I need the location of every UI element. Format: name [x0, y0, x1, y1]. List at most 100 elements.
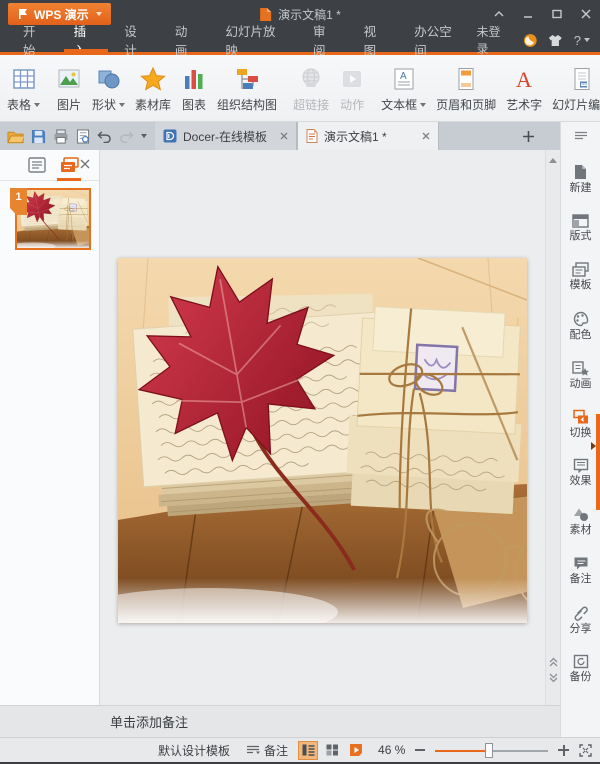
ribbon-button-wordart[interactable]: A 艺术字	[501, 59, 547, 115]
notes-lines-icon	[247, 745, 261, 754]
wordart-icon: A	[511, 61, 537, 96]
scroll-up-button[interactable]	[546, 153, 560, 167]
menu-tab-view[interactable]: 视图	[351, 25, 402, 58]
slide-photo[interactable]	[118, 258, 527, 623]
open-icon[interactable]	[7, 129, 24, 144]
sidebar-item-colorscheme[interactable]: 配色	[561, 301, 600, 350]
docer-icon[interactable]	[523, 33, 538, 48]
doc-tab-label: Docer-在线模板	[183, 129, 268, 144]
sidebar-item-layout[interactable]: 版式	[561, 203, 600, 252]
menubar-right: 未登录 ?	[477, 25, 600, 56]
ribbon-button-picture[interactable]: 图片	[51, 59, 87, 115]
collapsed-pane-indicator[interactable]	[591, 414, 600, 510]
assets-icon	[573, 508, 588, 521]
sidebar-menu-button[interactable]	[561, 122, 600, 148]
minimize-button[interactable]	[513, 0, 542, 28]
menu-tab-workspace[interactable]: 办公空间	[401, 25, 476, 58]
normal-view-button[interactable]	[298, 740, 319, 760]
svg-text:A: A	[400, 71, 407, 82]
shapes-icon	[96, 61, 122, 96]
sidebar-item-assets[interactable]: 素材	[561, 497, 600, 546]
zoom-slider[interactable]	[435, 741, 548, 760]
hyperlink-icon	[298, 61, 324, 96]
sidebar-item-transition[interactable]: 切换	[561, 399, 600, 448]
picture-icon	[56, 61, 82, 96]
sidebar-item-animation[interactable]: 动画	[561, 350, 600, 399]
sidebar-item-effects[interactable]: 效果	[561, 448, 600, 497]
menu-tab-home[interactable]: 开始	[10, 25, 61, 58]
new-file-icon	[575, 164, 586, 179]
menu-tab-design[interactable]: 设计	[111, 25, 162, 58]
quick-access-dropdown-icon[interactable]	[141, 134, 147, 138]
sidebar-item-backup[interactable]: 备份	[561, 644, 600, 693]
statusbar: 默认设计模板 备注 46 %	[0, 737, 600, 762]
undo-icon[interactable]	[97, 130, 112, 143]
slide-sorter-view-button[interactable]	[322, 741, 342, 760]
layout-icon	[572, 213, 589, 228]
doc-tab-docer[interactable]: Docer-在线模板	[155, 122, 297, 150]
doc-tab-label: 演示文稿1 *	[324, 129, 387, 144]
close-tab-icon[interactable]	[280, 132, 288, 140]
sidebar-item-notes[interactable]: 备注	[561, 546, 600, 595]
sidebar-label: 新建	[569, 181, 592, 194]
slide-number-badge: 1	[10, 188, 27, 215]
close-tab-icon[interactable]	[422, 132, 430, 140]
ribbon-label: 表格	[7, 98, 32, 112]
menu-tab-review[interactable]: 审阅	[300, 25, 351, 58]
ribbon-label: 素材库	[135, 98, 172, 112]
outline-view-tab[interactable]	[26, 153, 48, 177]
slide-canvas[interactable]	[100, 150, 545, 705]
slides-panel: 1	[0, 150, 100, 705]
outline-icon	[28, 157, 46, 173]
zoom-in-button[interactable]	[558, 744, 569, 756]
close-panel-button[interactable]	[77, 156, 93, 172]
vertical-scrollbar[interactable]	[545, 150, 560, 705]
maximize-button[interactable]	[542, 0, 571, 28]
sidebar-item-template[interactable]: 模板	[561, 252, 600, 301]
login-status[interactable]: 未登录	[477, 23, 512, 57]
slider-handle[interactable]	[484, 742, 493, 758]
fit-slide-button[interactable]	[579, 743, 592, 757]
sidebar-label: 切换	[569, 426, 592, 439]
new-tab-button[interactable]	[511, 122, 545, 150]
chevron-down-icon	[34, 102, 41, 107]
ribbon-expand-button[interactable]	[591, 97, 598, 115]
menu-tab-slideshow[interactable]: 幻灯片放映	[213, 25, 301, 58]
ribbon-button-assets[interactable]: 素材库	[130, 59, 176, 115]
ribbon-button-table[interactable]: 表格	[2, 59, 45, 115]
notes-toggle-button[interactable]: 备注	[246, 742, 288, 759]
notes-area[interactable]: 单击添加备注	[0, 705, 560, 737]
ribbon-button-headerfooter[interactable]: 页眉和页脚	[431, 59, 501, 115]
ribbon-label: 文本框	[381, 98, 418, 112]
menu-tab-animation[interactable]: 动画	[162, 25, 213, 58]
notes-toggle-label: 备注	[264, 743, 289, 758]
header-footer-icon	[453, 61, 479, 96]
next-slide-icon[interactable]	[549, 673, 558, 683]
zoom-out-button[interactable]	[415, 749, 426, 751]
ribbon-label: 图表	[182, 98, 207, 112]
ribbon-button-orgchart[interactable]: 组织结构图	[212, 59, 282, 115]
skin-icon[interactable]	[548, 34, 563, 47]
slideshow-button[interactable]	[346, 741, 366, 760]
help-button[interactable]: ?	[574, 33, 590, 48]
save-icon[interactable]	[31, 129, 46, 144]
doc-tab-presentation1[interactable]: 演示文稿1 *	[297, 122, 439, 150]
close-button[interactable]	[571, 0, 600, 28]
right-task-sidebar: 新建 版式 模板 配色 动画 切换 效果 素材 备注 分享 备份	[560, 122, 600, 737]
ribbon-button-chart[interactable]: 图表	[176, 59, 212, 115]
menu-tab-insert[interactable]: 插入	[61, 25, 112, 58]
ribbon-label: 超链接	[293, 98, 330, 112]
wps-presentation-window: WPS 演示 演示文稿1 * 开始 插入 设计 动画 幻灯片放映 审阅 视图 办…	[0, 0, 600, 764]
print-preview-icon[interactable]	[76, 129, 90, 144]
ribbon-button-textbox[interactable]: A 文本框	[376, 59, 431, 115]
sidebar-item-new[interactable]: 新建	[561, 154, 600, 203]
print-icon[interactable]	[53, 128, 69, 144]
maple-leaf-letters-photo	[118, 258, 527, 623]
template-name[interactable]: 默认设计模板	[158, 742, 230, 759]
ribbon-toolbar: 表格 图片 形状 素材库 图表 组织结构图 超链接 动作 A 文本框 页眉和页脚…	[0, 55, 600, 122]
ribbon-button-shapes[interactable]: 形状	[87, 59, 130, 115]
animation-icon	[572, 360, 589, 376]
previous-slide-icon[interactable]	[549, 657, 558, 667]
sidebar-item-share[interactable]: 分享	[561, 595, 600, 644]
slide-thumbnail-1[interactable]: 1	[10, 188, 91, 250]
